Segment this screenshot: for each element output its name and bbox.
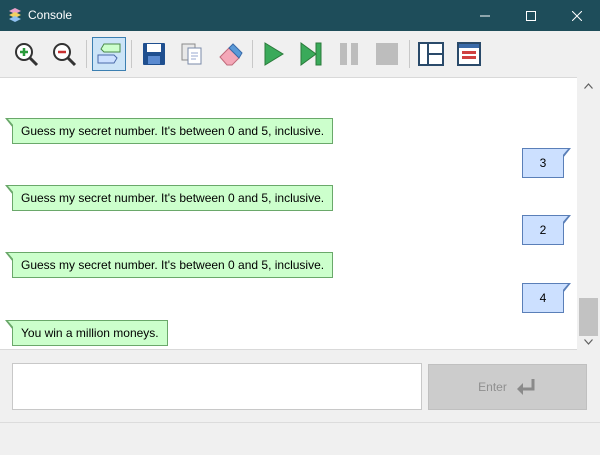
user-message: 4	[522, 283, 571, 313]
save-button[interactable]	[137, 37, 171, 71]
status-bar	[0, 422, 600, 455]
toolbar-separator	[86, 40, 87, 68]
zoom-in-icon	[15, 43, 39, 67]
scroll-down-button[interactable]	[577, 333, 600, 350]
chevron-down-icon	[584, 338, 593, 345]
console-input[interactable]	[12, 363, 422, 410]
layout-split-icon	[418, 42, 444, 66]
speech-bubbles-icon	[97, 43, 121, 64]
enter-return-icon	[516, 379, 535, 395]
zoom-out-icon	[53, 43, 77, 67]
zoom-in-button[interactable]	[9, 37, 43, 71]
chevron-up-icon	[584, 82, 593, 89]
scroll-up-button[interactable]	[577, 77, 600, 94]
window-title: Console	[28, 8, 73, 22]
close-icon	[572, 10, 582, 21]
stop-icon	[376, 43, 398, 65]
save-icon	[143, 43, 165, 65]
program-message: You win a million moneys.	[5, 320, 168, 346]
enter-button-label: Enter	[478, 380, 507, 394]
maximize-icon	[526, 10, 536, 21]
app-icon	[9, 8, 21, 22]
layout-split-button[interactable]	[414, 37, 448, 71]
vertical-scrollbar[interactable]	[577, 77, 600, 350]
program-message: Guess my secret number. It's between 0 a…	[4, 252, 334, 278]
close-button[interactable]	[554, 0, 600, 31]
console-output[interactable]: Guess my secret number. It's between 0 a…	[0, 77, 577, 350]
pause-button[interactable]	[332, 37, 366, 71]
toolbar-separator	[409, 40, 410, 68]
copy-icon	[181, 43, 202, 65]
zoom-out-button[interactable]	[47, 37, 81, 71]
play-icon	[264, 42, 284, 66]
layout-list-button[interactable]	[452, 37, 486, 71]
user-message: 3	[522, 148, 571, 178]
user-message: 2	[522, 215, 571, 245]
scroll-thumb[interactable]	[579, 298, 598, 336]
minimize-button[interactable]	[462, 0, 508, 31]
minimize-icon	[480, 15, 490, 16]
speech-bubbles-button[interactable]	[92, 37, 126, 71]
play-button[interactable]	[256, 37, 290, 71]
pause-icon	[340, 43, 358, 65]
enter-button[interactable]: Enter	[428, 364, 587, 410]
toolbar-separator	[252, 40, 253, 68]
program-message: Guess my secret number. It's between 0 a…	[4, 185, 334, 211]
toolbar	[0, 31, 600, 77]
program-message: Guess my secret number. It's between 0 a…	[4, 118, 334, 144]
title-bar: Console	[0, 0, 600, 31]
layout-list-icon	[457, 42, 481, 66]
maximize-button[interactable]	[508, 0, 554, 31]
step-button[interactable]	[294, 37, 328, 71]
toolbar-separator	[131, 40, 132, 68]
eraser-icon	[219, 43, 243, 66]
eraser-button[interactable]	[213, 37, 247, 71]
step-icon	[300, 42, 322, 66]
copy-button[interactable]	[175, 37, 209, 71]
stop-button[interactable]	[370, 37, 404, 71]
